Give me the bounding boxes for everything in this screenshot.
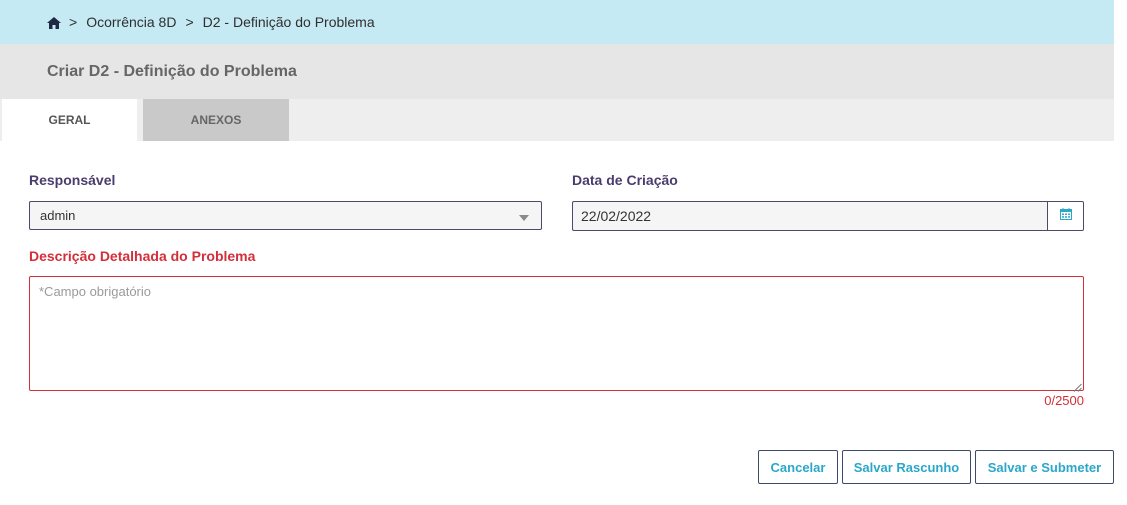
cancel-button[interactable]: Cancelar bbox=[758, 450, 838, 484]
descricao-textarea[interactable]: *Campo obrigatório bbox=[29, 276, 1084, 392]
descricao-placeholder: *Campo obrigatório bbox=[39, 284, 152, 299]
breadcrumb: > Ocorrência 8D > D2 - Definição do Prob… bbox=[0, 0, 1114, 44]
tab-bar: GERAL ANEXOS bbox=[0, 99, 1114, 141]
tab-anexos[interactable]: ANEXOS bbox=[143, 99, 289, 141]
breadcrumb-item-current: D2 - Definição do Problema bbox=[202, 14, 375, 30]
data-criacao-input[interactable]: 22/02/2022 bbox=[572, 201, 1048, 231]
chevron-down-icon bbox=[519, 215, 529, 221]
home-icon[interactable] bbox=[47, 16, 61, 29]
breadcrumb-separator: > bbox=[69, 14, 78, 30]
tab-geral[interactable]: GERAL bbox=[2, 99, 137, 141]
descricao-label: Descrição Detalhada do Problema bbox=[29, 248, 256, 264]
page-frame: > Ocorrência 8D > D2 - Definição do Prob… bbox=[0, 0, 1114, 505]
page-title: Criar D2 - Definição do Problema bbox=[0, 44, 1114, 99]
responsavel-value: admin bbox=[40, 208, 76, 223]
save-submit-button[interactable]: Salvar e Submeter bbox=[975, 450, 1114, 484]
calendar-icon bbox=[1059, 207, 1072, 225]
resize-handle-icon[interactable] bbox=[1073, 380, 1082, 392]
save-draft-button[interactable]: Salvar Rascunho bbox=[842, 450, 971, 484]
breadcrumb-separator: > bbox=[185, 14, 194, 30]
character-counter: 0/2500 bbox=[1044, 393, 1084, 408]
calendar-button[interactable] bbox=[1047, 201, 1084, 231]
breadcrumb-item-ocorrencia[interactable]: Ocorrência 8D bbox=[86, 14, 176, 30]
responsavel-label: Responsável bbox=[29, 172, 116, 188]
data-criacao-label: Data de Criação bbox=[572, 172, 678, 188]
responsavel-select[interactable]: admin bbox=[29, 201, 542, 230]
